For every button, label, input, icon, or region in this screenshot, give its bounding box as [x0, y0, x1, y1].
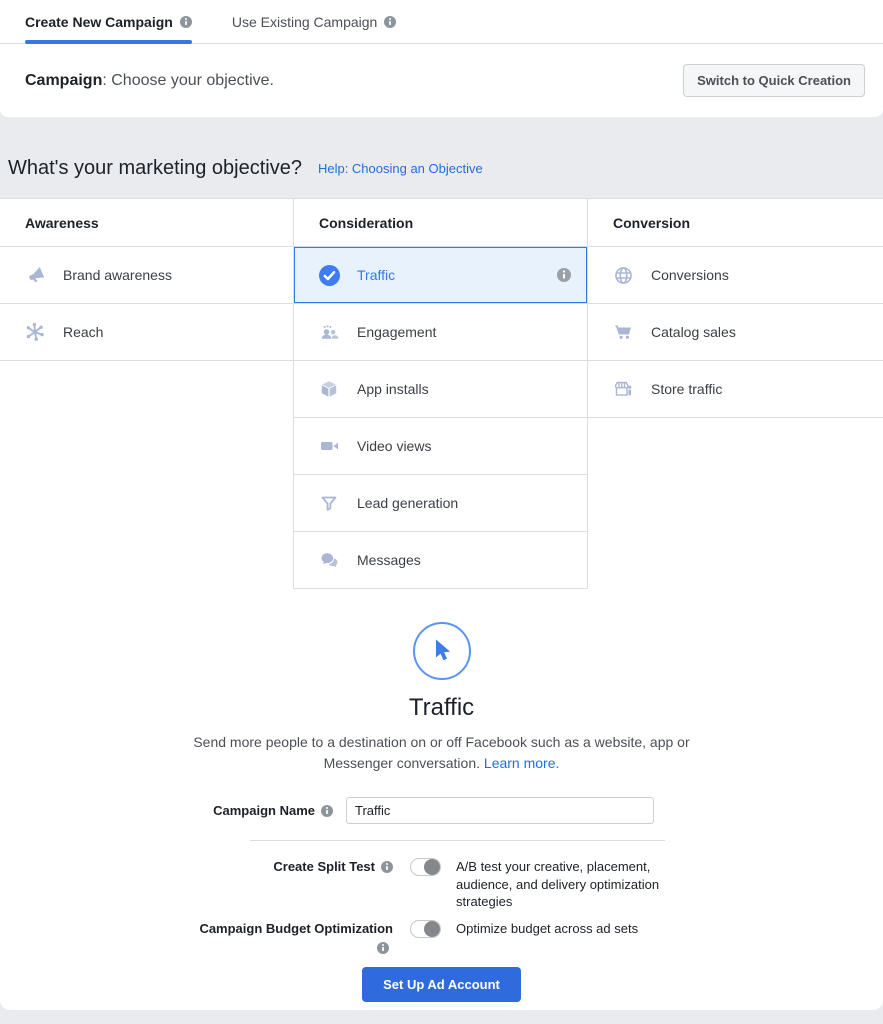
campaign-step-desc: : Choose your objective. — [102, 71, 274, 89]
chat-bubbles-icon — [319, 550, 341, 570]
video-camera-icon — [319, 436, 341, 456]
budget-optimization-label-text: Campaign Budget Optimization — [199, 920, 393, 936]
campaign-step-title: Campaign: Choose your objective. — [25, 72, 274, 90]
objective-label: Traffic — [357, 267, 396, 283]
budget-optimization-description: Optimize budget across ad sets — [456, 920, 639, 936]
traffic-cursor-icon — [412, 622, 471, 680]
submit-area: Set Up Ad Account — [0, 966, 883, 1002]
campaign-name-row: Campaign Name — [0, 797, 883, 824]
split-test-label-text: Create Split Test — [273, 859, 375, 874]
objective-catalog-sales[interactable]: Catalog sales — [588, 304, 883, 361]
info-icon[interactable] — [557, 268, 571, 282]
objective-engagement[interactable]: Engagement — [293, 304, 588, 361]
campaign-step-label: Campaign — [25, 71, 103, 89]
storefront-icon — [613, 379, 635, 399]
objective-label: Messages — [357, 552, 421, 568]
top-card: Create New Campaign Use Existing Campaig… — [0, 0, 883, 117]
objective-grid: Awareness Brand awareness Reach Consider… — [0, 199, 883, 589]
campaign-header-row: Campaign: Choose your objective. Switch … — [0, 44, 883, 117]
split-test-toggle[interactable] — [410, 858, 441, 876]
campaign-name-label: Campaign Name — [0, 803, 333, 818]
campaign-name-input[interactable] — [346, 797, 654, 824]
objective-label: Store traffic — [651, 381, 723, 397]
objective-reach[interactable]: Reach — [0, 304, 293, 361]
toggle-knob — [424, 920, 440, 937]
form-divider — [250, 840, 665, 841]
objective-label: Video views — [357, 438, 432, 454]
column-awareness: Awareness Brand awareness Reach — [0, 199, 293, 589]
active-tab-underline — [25, 40, 192, 44]
ads-manager-campaign-page: Create New Campaign Use Existing Campaig… — [0, 0, 883, 1024]
funnel-icon — [319, 493, 341, 513]
tab-create-new-campaign[interactable]: Create New Campaign — [25, 0, 192, 44]
people-icon — [319, 322, 341, 342]
objective-brand-awareness[interactable]: Brand awareness — [0, 247, 293, 304]
budget-optimization-row: Campaign Budget Optimization Optimize bu… — [0, 919, 883, 954]
objective-traffic[interactable]: Traffic — [293, 247, 588, 304]
tab-use-existing-campaign[interactable]: Use Existing Campaign — [232, 0, 397, 43]
split-test-description: A/B test your creative, placement, audie… — [456, 859, 660, 910]
objective-label: Reach — [63, 324, 104, 340]
detail-description: Send more people to a destination on or … — [189, 732, 694, 774]
info-icon[interactable] — [384, 15, 397, 28]
info-icon[interactable] — [179, 15, 192, 28]
objective-label: Catalog sales — [651, 324, 736, 340]
learn-more-link[interactable]: Learn more. — [484, 755, 559, 771]
objective-store-traffic[interactable]: Store traffic — [588, 361, 883, 418]
cube-icon — [319, 379, 341, 399]
objective-video-views[interactable]: Video views — [293, 418, 588, 475]
budget-optimization-toggle[interactable] — [410, 919, 441, 938]
column-header-awareness: Awareness — [0, 199, 293, 247]
campaign-tabbar: Create New Campaign Use Existing Campaig… — [0, 0, 883, 44]
campaign-name-label-text: Campaign Name — [213, 803, 315, 818]
info-icon[interactable] — [381, 860, 393, 873]
objective-label: App installs — [357, 381, 429, 397]
globe-icon — [613, 265, 635, 285]
objective-app-installs[interactable]: App installs — [293, 361, 588, 418]
set-up-ad-account-button[interactable]: Set Up Ad Account — [362, 966, 521, 1002]
column-header-conversion: Conversion — [588, 199, 883, 247]
split-test-row: Create Split Test A/B test your creative… — [0, 858, 883, 911]
switch-quick-creation-button[interactable]: Switch to Quick Creation — [683, 64, 865, 97]
main-card: Awareness Brand awareness Reach Consider… — [0, 198, 883, 1010]
objective-lead-generation[interactable]: Lead generation — [293, 475, 588, 532]
objective-messages[interactable]: Messages — [293, 532, 588, 589]
column-header-consideration: Consideration — [293, 199, 588, 247]
tab-create-new-label: Create New Campaign — [25, 13, 173, 30]
reach-icon — [25, 322, 47, 342]
marketing-objective-question: What's your marketing objective? — [8, 157, 302, 179]
tab-use-existing-label: Use Existing Campaign — [231, 13, 378, 30]
objective-conversions[interactable]: Conversions — [588, 247, 883, 304]
objective-label: Brand awareness — [63, 267, 172, 283]
objective-label: Lead generation — [357, 495, 459, 511]
column-consideration: Consideration Traffic Engagement App ins… — [293, 199, 588, 589]
selected-objective-detail: Traffic Send more people to a destinatio… — [0, 622, 883, 774]
detail-description-text: Send more people to a destination on or … — [193, 734, 690, 771]
objective-label: Conversions — [651, 267, 729, 283]
toggle-knob — [424, 859, 440, 875]
split-test-label: Create Split Test — [0, 858, 393, 875]
megaphone-icon — [25, 265, 47, 285]
campaign-form: Campaign Name Create Split Test A/B test… — [0, 797, 883, 1002]
help-choosing-objective-link[interactable]: Help: Choosing an Objective — [318, 161, 483, 176]
detail-title: Traffic — [408, 694, 475, 721]
info-icon[interactable] — [377, 941, 389, 954]
check-circle-icon — [319, 264, 341, 286]
budget-optimization-label: Campaign Budget Optimization — [0, 920, 393, 954]
info-icon[interactable] — [321, 804, 333, 817]
objective-label: Engagement — [357, 324, 437, 340]
objective-question-band: What's your marketing objective? Help: C… — [0, 117, 883, 198]
cart-icon — [613, 322, 635, 342]
column-conversion: Conversion Conversions Catalog sales Sto… — [588, 199, 883, 589]
